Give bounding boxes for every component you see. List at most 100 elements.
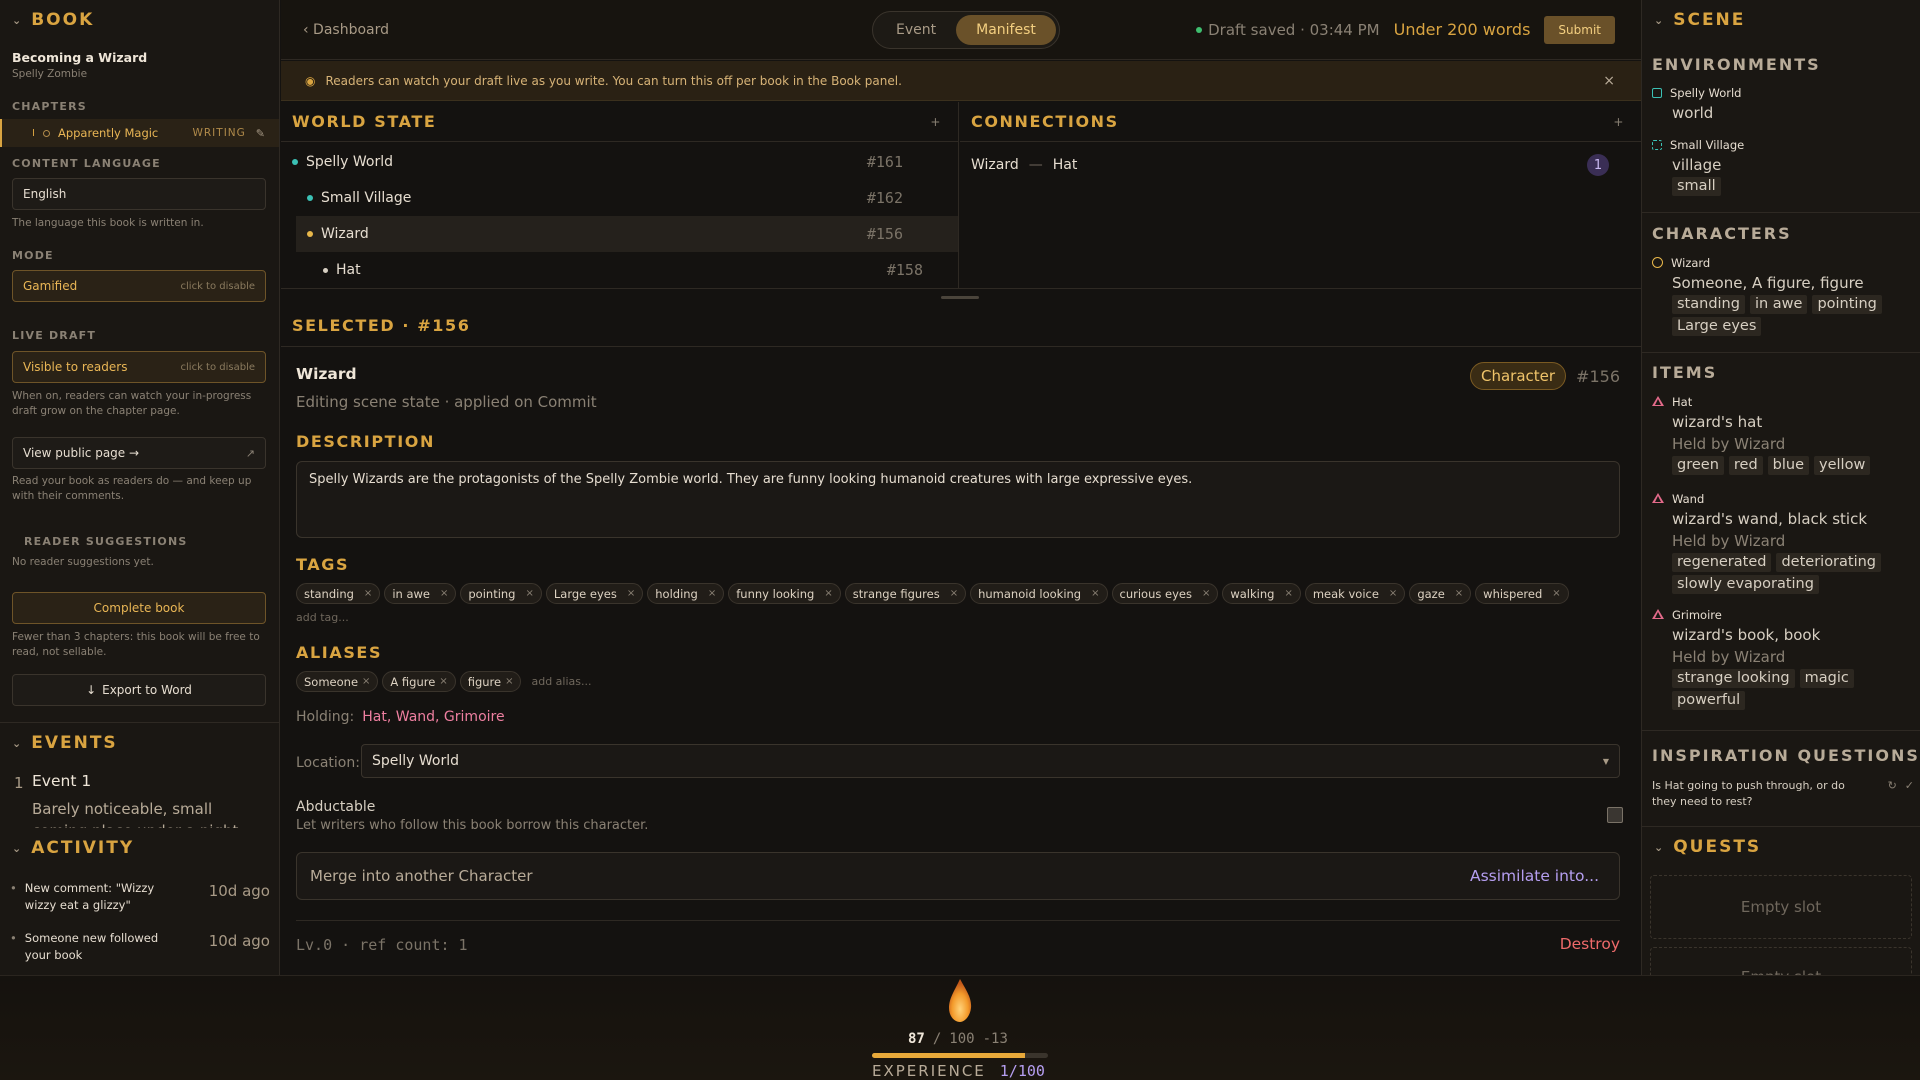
edit-pencil-icon[interactable]: ✎ — [256, 127, 265, 140]
events-section-header[interactable]: ⌄ EVENTS — [12, 733, 118, 753]
remove-tag-icon[interactable]: × — [950, 588, 958, 599]
tag-chip[interactable]: pointing × — [460, 583, 542, 604]
remove-tag-icon[interactable]: × — [1202, 588, 1210, 599]
scene-section-header[interactable]: ⌄ SCENE — [1654, 10, 1745, 30]
remove-alias-icon[interactable]: × — [362, 676, 370, 687]
event-title[interactable]: Event 1 — [32, 772, 91, 790]
add-world-state-button[interactable]: + — [930, 115, 942, 129]
remove-tag-icon[interactable]: × — [1091, 588, 1099, 599]
book-section-header[interactable]: ⌄ BOOK — [12, 10, 94, 30]
live-draft-label: LIVE DRAFT — [12, 329, 97, 342]
tag-chip[interactable]: meak voice × — [1304, 583, 1406, 604]
tag-chip[interactable]: standing × — [296, 583, 381, 604]
add-tag-input[interactable]: add tag... — [296, 611, 349, 624]
quest-slot[interactable]: Empty slot — [1650, 875, 1912, 939]
connection-row[interactable]: Wizard — Hat 1 — [960, 142, 1641, 176]
remove-alias-icon[interactable]: × — [439, 676, 447, 687]
tag-chip[interactable]: funny looking × — [728, 583, 841, 604]
remove-tag-icon[interactable]: × — [526, 588, 534, 599]
item-triangle-icon — [1652, 396, 1664, 406]
destroy-button[interactable]: Destroy — [1560, 935, 1620, 953]
activity-item[interactable]: • Someone new followed your book 10d ago — [10, 930, 270, 964]
view-public-help: Read your book as readers do — and keep … — [12, 475, 252, 502]
tag-chip[interactable]: walking × — [1222, 583, 1301, 604]
holding-items-link[interactable]: Hat, Wand, Grimoire — [362, 709, 504, 725]
location-select[interactable]: Spelly World ▼ — [361, 744, 1620, 778]
refresh-icon[interactable]: ↻ — [1888, 779, 1897, 810]
tag-chip[interactable]: in awe × — [384, 583, 457, 604]
mode-toggle[interactable]: Gamified click to disable — [12, 270, 266, 302]
remove-tag-icon[interactable]: × — [1389, 588, 1397, 599]
activity-section-header[interactable]: ⌄ ACTIVITY — [12, 838, 134, 858]
tag-chip[interactable]: strange figures × — [844, 583, 967, 604]
tag-chip[interactable]: gaze × — [1409, 583, 1472, 604]
tag-chip[interactable]: curious eyes × — [1111, 583, 1219, 604]
remove-tag-icon[interactable]: × — [1455, 588, 1463, 599]
item-entry[interactable]: Grimoire wizard's book, book Held by Wiz… — [1652, 608, 1914, 710]
item-entry[interactable]: Wand wizard's wand, black stick Held by … — [1652, 492, 1914, 594]
complete-book-button[interactable]: Complete book — [12, 592, 266, 624]
divider — [296, 920, 1620, 921]
remove-tag-icon[interactable]: × — [824, 588, 832, 599]
item-entry[interactable]: Hat wizard's hat Held by Wizard green red… — [1652, 395, 1875, 475]
alias-chip[interactable]: figure × — [459, 671, 522, 692]
character-entry[interactable]: Wizard Someone, A figure, figure standin… — [1652, 256, 1912, 336]
remove-tag-icon[interactable]: × — [627, 588, 635, 599]
check-icon[interactable]: ✓ — [1905, 779, 1914, 810]
entity-type-badge[interactable]: Character — [1469, 362, 1567, 390]
add-connection-button[interactable]: + — [1613, 115, 1625, 129]
chapter-status-icon — [42, 129, 50, 137]
tag-chip[interactable]: humanoid looking × — [970, 583, 1108, 604]
back-to-dashboard-link[interactable]: ‹ Dashboard — [303, 22, 389, 38]
experience-footer: 87 / 100 -13 EXPERIENCE 1/100 — [0, 975, 1920, 1080]
bullet: • — [10, 931, 17, 945]
alias-chip[interactable]: Someone × — [296, 671, 379, 692]
view-public-page-button[interactable]: View public page → ↗ — [12, 437, 266, 469]
remove-tag-icon[interactable]: × — [1284, 588, 1292, 599]
abductable-checkbox[interactable] — [1607, 807, 1623, 823]
live-draft-toggle[interactable]: Visible to readers click to disable — [12, 351, 266, 383]
add-alias-input[interactable]: add alias... — [531, 675, 591, 688]
resize-handle[interactable] — [941, 296, 979, 299]
remove-tag-icon[interactable]: × — [364, 588, 372, 599]
environments-label: ENVIRONMENTS — [1652, 55, 1821, 74]
world-state-header: WORLD STATE + — [281, 102, 958, 142]
close-banner-icon[interactable]: × — [1603, 73, 1615, 89]
description-textarea[interactable]: Spelly Wizards are the protagonists of t… — [296, 461, 1620, 538]
language-select[interactable]: English — [12, 178, 266, 210]
remove-tag-icon[interactable]: × — [440, 588, 448, 599]
quest-slot[interactable]: Empty slot — [1650, 947, 1912, 975]
activity-item[interactable]: • New comment: "Wizzy wizzy eat a glizzy… — [10, 880, 270, 914]
experience-readout: EXPERIENCE 1/100 — [872, 1062, 1045, 1080]
alias-chip[interactable]: A figure × — [382, 671, 456, 692]
complete-book-help: Fewer than 3 chapters: this book will be… — [12, 631, 260, 658]
description-label: DESCRIPTION — [296, 432, 435, 451]
tab-manifest[interactable]: Manifest — [956, 15, 1056, 45]
chapter-item[interactable]: I Apparently Magic WRITING ✎ — [0, 119, 279, 147]
export-to-word-button[interactable]: ↓ Export to Word — [12, 674, 266, 706]
assimilate-button[interactable]: Assimilate into... — [1470, 867, 1599, 885]
entity-name[interactable]: Wizard — [296, 365, 357, 383]
world-state-row[interactable]: Spelly World #161 — [281, 144, 958, 180]
tab-event[interactable]: Event — [876, 15, 956, 45]
connections-panel: CONNECTIONS + Wizard — Hat 1 — [960, 102, 1641, 288]
tag-chip[interactable]: Large eyes × — [545, 583, 644, 604]
environment-square-icon — [1652, 88, 1662, 98]
language-help: The language this book is written in. — [12, 217, 204, 229]
tag-list: standing × in awe × pointing × Large eyes × hold… — [296, 583, 1626, 604]
environment-entry[interactable]: Spelly World world — [1652, 86, 1741, 122]
remove-alias-icon[interactable]: × — [505, 676, 513, 687]
quests-section-header[interactable]: ⌄ QUESTS — [1654, 837, 1761, 857]
remove-tag-icon[interactable]: × — [708, 588, 716, 599]
world-state-row[interactable]: Hat #158 — [281, 252, 958, 288]
tag-chip[interactable]: whispered × — [1475, 583, 1569, 604]
world-state-row[interactable]: Small Village #162 — [281, 180, 958, 216]
mode-label: MODE — [12, 249, 54, 262]
location-label: Location: — [296, 755, 360, 771]
world-state-row-selected[interactable]: Wizard #156 — [296, 216, 958, 252]
remove-tag-icon[interactable]: × — [1552, 588, 1560, 599]
submit-button[interactable]: Submit — [1544, 15, 1615, 44]
tags-label: TAGS — [296, 555, 350, 574]
environment-entry[interactable]: Small Village village small — [1652, 138, 1744, 196]
tag-chip[interactable]: holding × — [647, 583, 725, 604]
